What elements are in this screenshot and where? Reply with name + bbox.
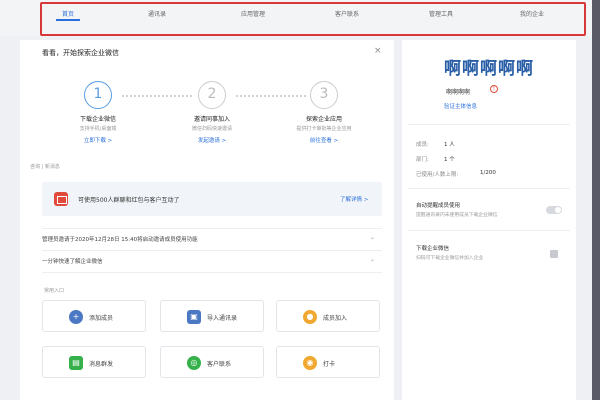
close-icon[interactable]: × <box>374 46 382 56</box>
divider <box>408 188 570 189</box>
customer-contact-button[interactable]: ◎ 客户联系 <box>160 346 264 378</box>
quick-entry-label: 常用入口 <box>44 288 65 294</box>
member-join-button[interactable]: ● 成员加入 <box>276 300 380 332</box>
members-icon: ● <box>303 310 317 324</box>
tab-contacts[interactable]: 通讯录 <box>148 9 166 18</box>
download-now-link[interactable]: 立即下载 > <box>84 136 112 144</box>
step-title: 探索企业应用 <box>305 116 343 123</box>
import-icon: ▣ <box>187 310 201 324</box>
explore-apps-link[interactable]: 前往查看 > <box>310 136 338 144</box>
company-name: 啊啊啊啊 <box>446 89 471 96</box>
active-tab-indicator <box>55 19 81 21</box>
add-member-button[interactable]: + 添加成员 <box>42 300 146 332</box>
stat-label: 已使用/人数上限: <box>416 172 459 178</box>
tab-label: 首页 <box>61 11 75 18</box>
step-description: 支持手机/桌面端 <box>79 126 117 132</box>
notice-label: 咨询 | 新消息 <box>30 164 60 170</box>
chevron-down-icon[interactable]: ⌄ <box>370 234 375 241</box>
enterprise-sidebar: 啊啊啊啊啊 啊啊啊啊 ! 验证主体信息 成员: 1 人 部门: 1 个 已使用/… <box>402 40 576 400</box>
customer-icon: ◎ <box>187 356 201 370</box>
stat-label: 成员: <box>416 142 429 148</box>
step-1-circle: 1 <box>84 81 112 109</box>
step-3-circle: 3 <box>310 81 338 109</box>
tab-app-management[interactable]: 应用管理 <box>241 9 265 18</box>
window-edge <box>592 0 600 400</box>
member-count: 1 人 <box>444 142 455 148</box>
step-description: 微信扫码快速邀请 <box>191 126 233 132</box>
notice-row[interactable]: 管理员邀请于2020年12月28日 15:40将启动邀请成员使用功能 <box>42 235 382 243</box>
step-2-circle: 2 <box>198 81 226 109</box>
quick-label: 导入通讯录 <box>207 315 238 322</box>
stat-label: 部门: <box>416 157 429 163</box>
department-count: 1 个 <box>444 157 455 163</box>
setting-description: 提醒通讯录内未使用成员下载企业微信 <box>416 213 498 218</box>
tab-home[interactable]: 首页 <box>55 9 81 21</box>
top-navigation: 首页 通讯录 应用管理 客户联系 管理工具 我的企业 <box>0 0 600 36</box>
tab-my-enterprise[interactable]: 我的企业 <box>520 9 544 18</box>
setting-title: 下载企业微信 <box>416 246 450 252</box>
tab-label: 管理工具 <box>428 11 454 18</box>
auto-remind-toggle[interactable] <box>546 206 562 214</box>
chevron-down-icon[interactable]: ⌄ <box>370 256 375 263</box>
step-connector <box>236 95 306 97</box>
check-in-button[interactable]: ◉ 打卡 <box>276 346 380 378</box>
usage-limit: 1/200 <box>480 170 496 176</box>
tab-admin-tools[interactable]: 管理工具 <box>429 9 453 18</box>
step-title: 下载企业微信 <box>79 116 117 123</box>
quick-label: 添加成员 <box>89 315 114 322</box>
setting-title: 自动提醒成员使用 <box>416 203 461 209</box>
tab-label: 应用管理 <box>240 11 266 18</box>
import-contacts-button[interactable]: ▣ 导入通讯录 <box>160 300 264 332</box>
step-description: 提供打卡审批等企业应用 <box>296 126 352 132</box>
quick-label: 成员加入 <box>323 315 348 322</box>
enterprise-logo: 啊啊啊啊啊 <box>444 59 534 79</box>
step-title: 邀请同事加入 <box>193 116 231 123</box>
promo-banner[interactable]: 可使用500人群聊和红包与客户互动了 了解详情 > <box>42 182 382 216</box>
setting-description: 扫码可下载企业微信并加入企业 <box>416 256 484 261</box>
step-connector <box>122 95 192 97</box>
warning-icon[interactable]: ! <box>490 85 498 93</box>
banner-text: 可使用500人群聊和红包与客户互动了 <box>78 197 180 204</box>
intro-row[interactable]: 一分钟快速了解企业微信 <box>42 257 382 265</box>
location-icon: ◉ <box>303 356 317 370</box>
tab-label: 通讯录 <box>147 11 167 18</box>
broadcast-icon: ▤ <box>69 356 83 370</box>
tab-customer-contact[interactable]: 客户联系 <box>335 9 359 18</box>
invite-link[interactable]: 发起邀请 > <box>198 136 226 144</box>
divider <box>408 230 570 231</box>
quick-label: 消息群发 <box>89 361 114 368</box>
tab-label: 我的企业 <box>519 11 545 18</box>
divider <box>408 124 570 125</box>
add-user-icon: + <box>69 310 83 324</box>
gift-icon <box>54 192 68 206</box>
quick-label: 客户联系 <box>207 361 232 368</box>
highlight-box <box>40 2 586 36</box>
divider <box>42 228 382 229</box>
divider <box>42 250 382 251</box>
divider <box>42 272 382 273</box>
quick-label: 打卡 <box>323 361 336 368</box>
learn-more-link[interactable]: 了解详情 > <box>340 195 368 203</box>
page-title: 看看，开始探索企业微信 <box>42 49 119 57</box>
tab-label: 客户联系 <box>334 11 360 18</box>
broadcast-button[interactable]: ▤ 消息群发 <box>42 346 146 378</box>
verify-info-link[interactable]: 验证主体信息 <box>444 102 477 110</box>
qr-code-icon[interactable] <box>550 250 558 258</box>
